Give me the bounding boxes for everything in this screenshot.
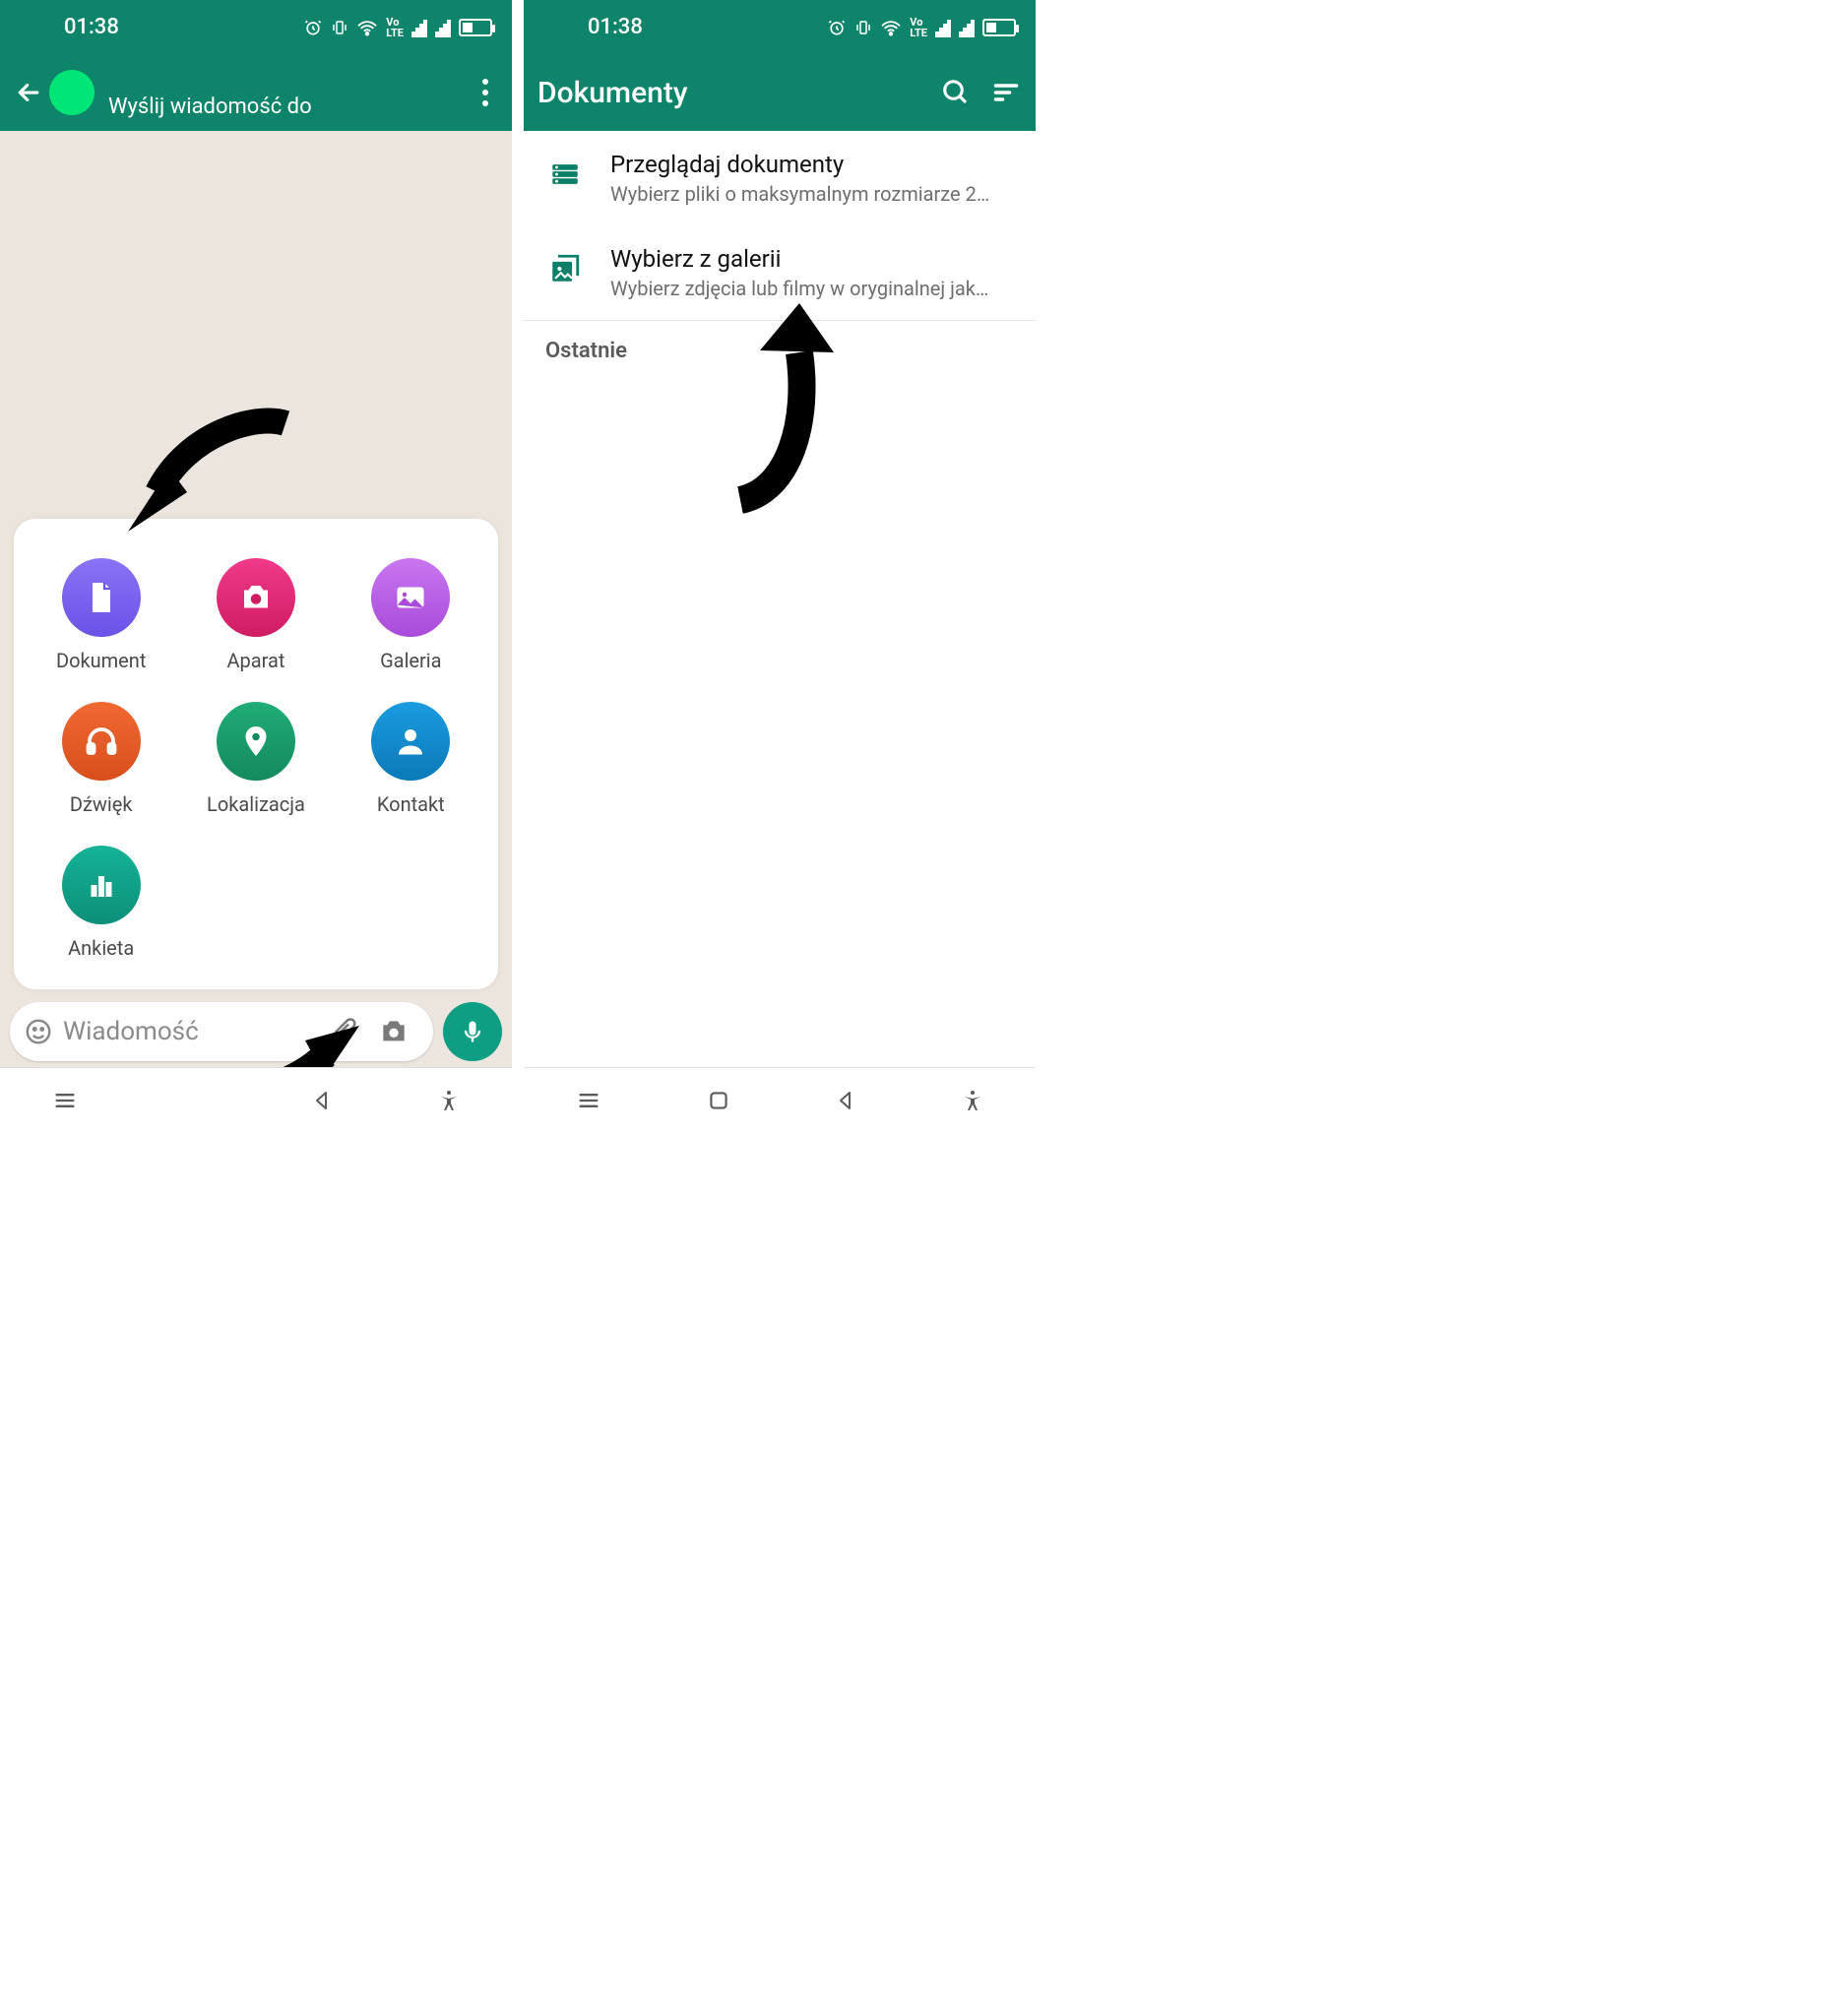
camera-icon [238, 580, 274, 615]
documents-title: Dokumenty [537, 76, 921, 110]
nav-back-icon[interactable] [834, 1089, 857, 1112]
chat-input-row: Wiadomość [10, 1002, 502, 1061]
attach-contact[interactable]: Kontakt [351, 702, 470, 816]
attach-label: Dźwięk [70, 792, 133, 816]
attach-label: Dokument [56, 649, 146, 672]
signal-icon-2 [959, 19, 975, 36]
browse-documents-item[interactable]: Przeglądaj dokumenty Wybierz pliki o mak… [524, 131, 1036, 225]
accessibility-icon[interactable] [437, 1089, 461, 1112]
system-nav-bar [0, 1067, 512, 1132]
documents-app-bar: Dokumenty [524, 54, 1036, 131]
recent-section-header: Ostatnie [524, 320, 1036, 381]
signal-icon [935, 19, 951, 36]
headphones-icon [84, 724, 119, 759]
attach-audio[interactable]: Dźwięk [42, 702, 160, 816]
signal-icon [411, 19, 427, 36]
attachment-panel: Dokument Aparat Galeria [14, 519, 498, 989]
status-bar: 01:38 VoLTE [524, 0, 1036, 54]
screen-chat: 01:38 VoLTE Wyślij wiadomość do [0, 0, 512, 1132]
status-bar: 01:38 VoLTE [0, 0, 512, 54]
document-icon [84, 580, 119, 615]
battery-icon [982, 19, 1016, 36]
attach-gallery[interactable]: Galeria [351, 558, 470, 672]
paperclip-icon[interactable] [329, 1017, 358, 1046]
wifi-icon [356, 19, 378, 36]
choose-from-gallery-item[interactable]: Wybierz z galerii Wybierz zdjęcia lub fi… [524, 225, 1036, 320]
chat-input[interactable]: Wiadomość [10, 1002, 433, 1061]
status-icons: VoLTE [303, 17, 492, 38]
voice-record-button[interactable] [443, 1002, 502, 1061]
emoji-icon[interactable] [24, 1017, 53, 1046]
attach-location[interactable]: Lokalizacja [197, 702, 315, 816]
person-icon [393, 724, 428, 759]
gallery-icon [545, 249, 585, 288]
status-time: 01:38 [64, 15, 119, 39]
browse-icon [545, 155, 585, 194]
attachment-grid: Dokument Aparat Galeria [33, 558, 478, 960]
screen-documents: 01:38 VoLTE Dokumenty [524, 0, 1036, 1132]
camera-input-icon[interactable] [378, 1016, 410, 1047]
nav-recents-icon[interactable] [575, 1087, 602, 1114]
attach-camera[interactable]: Aparat [197, 558, 315, 672]
signal-icon-2 [435, 19, 451, 36]
attach-label: Galeria [380, 649, 442, 672]
list-text: Wybierz z galerii Wybierz zdjęcia lub fi… [610, 245, 1014, 300]
nav-recents-icon[interactable] [51, 1087, 79, 1114]
avatar[interactable] [49, 70, 95, 115]
poll-icon [84, 867, 119, 903]
search-icon[interactable] [941, 78, 971, 107]
attach-label: Ankieta [68, 936, 134, 960]
pin-icon [238, 724, 274, 759]
documents-body: Przeglądaj dokumenty Wybierz pliki o mak… [524, 131, 1036, 1067]
volte-icon: VoLTE [910, 17, 927, 38]
nav-back-icon[interactable] [310, 1089, 334, 1112]
vibrate-icon [331, 19, 348, 36]
status-time: 01:38 [588, 15, 643, 39]
alarm-icon [827, 18, 847, 37]
attach-label: Kontakt [377, 792, 445, 816]
volte-icon: VoLTE [386, 17, 404, 38]
back-arrow-icon[interactable] [14, 78, 43, 107]
list-item-title: Wybierz z galerii [610, 245, 1014, 273]
alarm-icon [303, 18, 323, 37]
system-nav-bar [524, 1067, 1036, 1132]
chat-input-placeholder: Wiadomość [63, 1017, 319, 1046]
picture-icon [393, 580, 428, 615]
more-menu-icon[interactable] [473, 79, 498, 106]
list-item-subtitle: Wybierz zdjęcia lub filmy w oryginalnej … [610, 277, 1014, 300]
attach-document[interactable]: Dokument [42, 558, 160, 672]
chat-header-subtitle: Wyślij wiadomość do [108, 94, 473, 131]
accessibility-icon[interactable] [961, 1089, 984, 1112]
status-icons: VoLTE [827, 17, 1016, 38]
nav-home-icon[interactable] [706, 1088, 731, 1113]
list-item-subtitle: Wybierz pliki o maksymalnym rozmiarze 2… [610, 182, 1014, 206]
attach-poll[interactable]: Ankieta [42, 846, 160, 960]
chat-app-bar: Wyślij wiadomość do [0, 54, 512, 131]
wifi-icon [880, 19, 902, 36]
sort-icon[interactable] [990, 79, 1022, 106]
list-item-title: Przeglądaj dokumenty [610, 151, 1014, 178]
list-text: Przeglądaj dokumenty Wybierz pliki o mak… [610, 151, 1014, 206]
vibrate-icon [854, 19, 872, 36]
attach-label: Lokalizacja [207, 792, 305, 816]
attach-label: Aparat [227, 649, 285, 672]
battery-icon [459, 19, 492, 36]
